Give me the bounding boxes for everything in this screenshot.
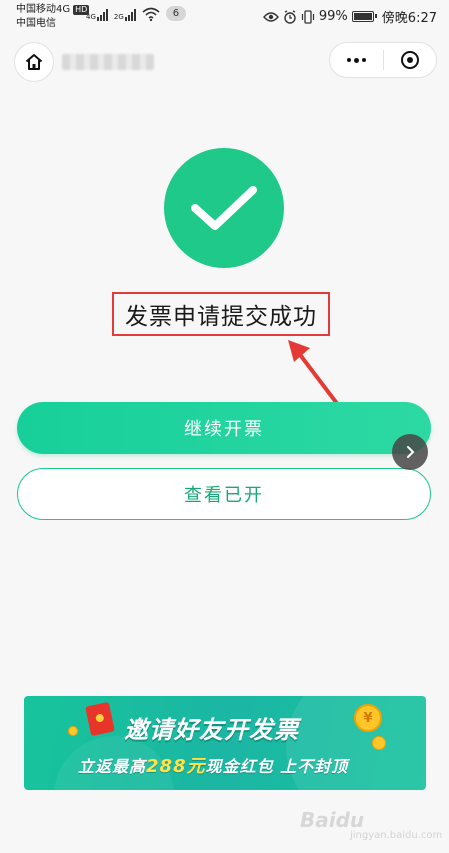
- watermark-url: jingyan.baidu.com: [350, 830, 443, 841]
- eye-icon: [262, 11, 279, 22]
- battery-icon: [351, 11, 377, 22]
- home-icon: [25, 54, 43, 70]
- coin-icon: ¥: [354, 704, 382, 732]
- mini-program-nav-bar: [0, 34, 449, 86]
- network-type-1: 4G: [86, 13, 96, 21]
- checkmark-icon: [191, 186, 257, 230]
- small-coin-icon: [68, 726, 78, 736]
- banner-sub-amount: 288元: [146, 756, 206, 777]
- network-type-2: 2G: [113, 13, 124, 21]
- chevron-right-icon: [407, 446, 415, 458]
- clock-time: 傍晚6:27: [381, 11, 437, 26]
- signal-group: 4G 2G 6: [86, 6, 187, 21]
- success-message: 发票申请提交成功: [112, 292, 330, 336]
- home-button[interactable]: [14, 42, 54, 82]
- success-status-icon: [164, 148, 284, 268]
- more-button[interactable]: [330, 43, 383, 77]
- signal-bars-1-icon: [96, 7, 108, 21]
- blurred-page-title: [62, 54, 154, 70]
- carrier-secondary: 中国电信: [16, 18, 56, 29]
- notification-count-badge: 6: [165, 6, 187, 21]
- battery-percent: 99%: [318, 9, 348, 24]
- target-close-icon: [400, 51, 419, 69]
- carrier-primary: 中国移动4G: [16, 4, 71, 15]
- tiny-coin-icon: [372, 736, 386, 750]
- alarm-icon: [284, 9, 296, 24]
- status-right: 99% 傍晚6:27: [262, 7, 437, 26]
- view-issued-button[interactable]: 查看已开: [17, 468, 431, 520]
- red-envelope-icon: [85, 701, 115, 737]
- vibrate-icon: [301, 9, 314, 24]
- close-button[interactable]: [384, 43, 437, 77]
- baidu-watermark: Baidu jingyan.baidu.com: [300, 804, 443, 844]
- wifi-icon: [142, 7, 160, 21]
- continue-invoicing-button[interactable]: 继续开票: [17, 402, 431, 454]
- floating-next-button[interactable]: [392, 434, 428, 470]
- invite-friends-banner[interactable]: ¥ 邀请好友开发票 立返最高288元现金红包 上不封顶: [24, 696, 426, 790]
- banner-subtitle: 立返最高288元现金红包 上不封顶: [78, 752, 348, 778]
- more-dots-icon: [346, 57, 366, 63]
- banner-sub-suffix: 现金红包 上不封顶: [205, 757, 349, 776]
- capsule-menu: [329, 42, 437, 78]
- watermark-logo-text: Baidu: [300, 808, 365, 832]
- signal-bars-2-icon: [124, 7, 136, 21]
- status-bar: 中国移动4G HD 中国电信 4G 2G 6 99% 傍晚6:27: [0, 0, 449, 34]
- banner-sub-prefix: 立返最高: [78, 757, 147, 776]
- banner-title: 邀请好友开发票: [124, 716, 299, 744]
- carrier-info: 中国移动4G HD 中国电信: [16, 3, 90, 31]
